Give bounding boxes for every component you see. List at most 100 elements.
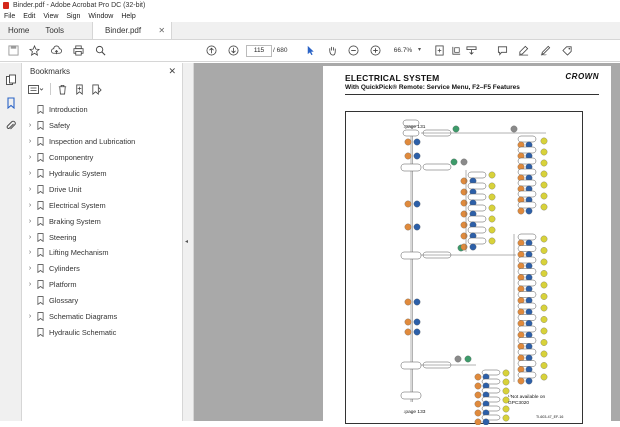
hand-tool-icon[interactable] [325,44,339,58]
bookmark-label: Cylinders [49,264,80,274]
key-blue-icon [525,239,533,247]
previous-page-icon[interactable] [204,44,218,58]
bookmark-icon [37,264,44,274]
crown-logo: CROWN [565,72,599,81]
upload-cloud-icon[interactable] [49,44,63,58]
expand-chevron-icon[interactable]: › [22,138,34,145]
delete-bookmark-icon[interactable] [57,84,68,95]
expand-chevron-icon[interactable]: › [22,313,34,320]
menu-edit[interactable]: Edit [23,13,35,20]
read-mode-icon[interactable] [464,44,478,58]
zoom-in-icon[interactable] [368,44,382,58]
panel-splitter[interactable]: ◂ [183,63,194,421]
bookmark-item[interactable]: Glossary [22,293,182,309]
expand-chevron-icon[interactable]: › [22,122,34,129]
expand-chevron-icon[interactable]: › [22,234,34,241]
menu-help[interactable]: Help [121,13,135,20]
header-rule [345,94,599,95]
bookmark-item[interactable]: Introduction [22,102,182,118]
document-canvas[interactable]: ELECTRICAL SYSTEM With QuickPick® Remote… [194,63,620,426]
bookmark-options-icon[interactable] [28,84,44,95]
bookmark-item[interactable]: › Lifting Mechanism [22,245,182,261]
select-cursor-icon[interactable] [303,44,317,58]
new-bookmark-icon[interactable] [74,84,85,95]
workspace: Bookmarks ✕ Introduction › Safety › Inspecti… [0,63,620,426]
close-panel-icon[interactable]: ✕ [168,66,176,77]
key-orange-icon [474,418,482,426]
attachments-icon[interactable] [5,120,17,132]
key-blue-icon [413,138,421,146]
expand-chevron-icon[interactable]: › [22,249,34,256]
bookmark-item[interactable]: › Platform [22,277,182,293]
pdf-page: ELECTRICAL SYSTEM With QuickPick® Remote… [323,66,611,426]
menu-window[interactable]: Window [88,13,113,20]
menu-sign[interactable]: Sign [66,13,80,20]
expand-chevron-icon[interactable]: › [22,202,34,209]
bookmark-item[interactable]: › Electrical System [22,197,182,213]
menu-node [400,361,422,370]
tab-home[interactable]: Home [0,22,37,39]
expand-chevron-icon[interactable]: › [22,154,34,161]
expand-chevron-icon[interactable]: › [22,265,34,272]
share-tag-icon[interactable] [560,44,574,58]
star-icon[interactable] [27,44,41,58]
fit-page-icon[interactable] [432,44,446,58]
expand-bookmark-icon[interactable] [91,84,102,95]
bookmark-label: Steering [49,232,77,242]
collapse-panel-icon[interactable]: ◂ [185,238,188,245]
page-layout-icon[interactable] [449,44,463,58]
bookmarks-panel-icon[interactable] [5,97,17,109]
save-icon[interactable] [6,44,20,58]
sign-icon[interactable] [538,44,552,58]
bookmark-icon [37,232,44,242]
zoom-out-icon[interactable] [346,44,360,58]
expand-chevron-icon[interactable]: › [22,186,34,193]
bookmark-item[interactable]: › Componentry [22,150,182,166]
key-yellow-icon [488,204,496,212]
expand-chevron-icon[interactable]: › [22,170,34,177]
bookmark-item[interactable]: Hydraulic Schematic [22,324,182,340]
bookmark-item[interactable]: › Safety [22,118,182,134]
key-yellow-icon [540,350,548,358]
bookmark-item[interactable]: › Inspection and Lubrication [22,134,182,150]
next-page-icon[interactable] [226,44,240,58]
bookmark-item[interactable]: › Steering [22,229,182,245]
menu-node [400,391,422,400]
page-number-input[interactable]: 115 [246,45,272,57]
search-icon[interactable] [93,44,107,58]
highlight-pen-icon[interactable] [516,44,530,58]
zoom-dropdown-icon[interactable]: ▾ [418,46,421,53]
expand-chevron-icon[interactable]: › [22,218,34,225]
print-icon[interactable] [71,44,85,58]
key-orange-icon [517,239,525,247]
key-blue-icon [525,320,533,327]
key-yellow-icon [502,369,510,377]
footnote: ¹⁾Not available on GPC3020 [508,395,546,406]
key-yellow-icon [502,414,510,422]
menu-file[interactable]: File [4,13,15,20]
bookmark-item[interactable]: › Drive Unit [22,181,182,197]
key-blue-icon [525,331,533,339]
bookmark-item[interactable]: › Schematic Diagrams [22,309,182,325]
key-yellow-icon [488,215,496,223]
key-blue-icon [525,354,533,362]
comment-icon[interactable] [495,44,509,58]
key-yellow-icon [488,171,496,179]
tab-document[interactable]: Binder.pdf ✕ [92,22,173,39]
key-orange-icon [404,223,412,231]
bookmark-item[interactable]: › Hydraulic System [22,166,182,182]
bookmark-item[interactable]: › Cylinders [22,261,182,277]
key-orange-icon [517,343,525,350]
feature-node [517,268,537,275]
expand-chevron-icon[interactable]: › [22,281,34,288]
page-thumbnails-icon[interactable] [5,74,17,86]
bookmark-item[interactable]: › Braking System [22,213,182,229]
menu-view[interactable]: View [43,13,58,20]
key-yellow-icon [540,235,548,243]
window-titlebar: Binder.pdf - Adobe Acrobat Pro DC (32-bi… [0,0,620,11]
feature-node [517,291,537,298]
close-tab-icon[interactable]: ✕ [158,26,165,35]
zoom-level[interactable]: 66.7% [390,47,416,54]
key-orange-icon [517,377,525,385]
tab-tools[interactable]: Tools [37,22,72,39]
